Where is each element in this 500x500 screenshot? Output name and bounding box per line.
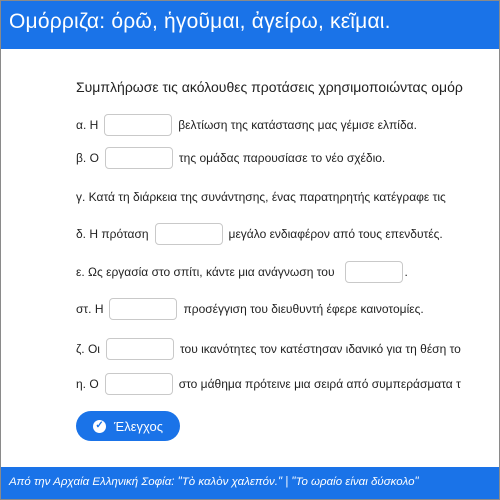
gap-input-z[interactable] [105, 338, 174, 360]
sentence-b-suffix: της ομάδας παρουσίασε το νέο σχέδιο. [178, 151, 386, 165]
sentence-i-prefix: η. Ο [76, 377, 99, 391]
sentence-i: η. Ο στο μάθημα πρότεινε μια σειρά από σ… [76, 371, 461, 397]
sentence-d-suffix: μεγάλο ενδιαφέρον από τους επενδυτές. [228, 227, 443, 241]
sentence-e: ε. Ως εργασία στο σπίτι, κάντε μια ανάγν… [76, 259, 408, 285]
sentence-i-suffix: στο μάθημα πρότεινε μια σειρά από συμπερ… [178, 377, 461, 391]
exercise-area: Συμπλήρωσε τις ακόλουθες προτάσεις χρησι… [1, 49, 499, 469]
check-circle-icon: ✓ [93, 419, 107, 433]
sentence-e-prefix: ε. Ως εργασία στο σπίτι, κάντε μια ανάγν… [76, 265, 335, 279]
page-title: Ομόρριζα: όρῶ, ἡγοῦμαι, ἀγείρω, κεῖμαι. [9, 10, 391, 33]
sentence-b: β. Ο της ομάδας παρουσίασε το νέο σχέδιο… [76, 145, 385, 171]
instructions-text: Συμπλήρωσε τις ακόλουθες προτάσεις χρησι… [76, 79, 463, 95]
gap-input-e[interactable] [344, 261, 403, 283]
sentence-d-prefix: δ. Η πρόταση [76, 227, 149, 241]
sentence-z-suffix: του ικανότητες τον κατέστησαν ιδανικό γι… [179, 342, 461, 356]
gap-input-i[interactable] [104, 373, 173, 395]
sentence-st-prefix: στ. Η [76, 302, 104, 316]
sentence-c-prefix: γ. Κατά τη διάρκεια της συνάντησης, ένας… [76, 190, 446, 204]
check-button[interactable]: ✓ Έλεγχος [76, 411, 180, 441]
gap-input-d[interactable] [154, 223, 223, 245]
sentence-z: ζ. Οι του ικανότητες τον κατέστησαν ιδαν… [76, 336, 461, 362]
sentence-a: α. Η βελτίωση της κατάστασης μας γέμισε … [76, 112, 417, 138]
sentence-d: δ. Η πρόταση μεγάλο ενδιαφέρον από τους … [76, 221, 443, 247]
gap-input-b[interactable] [104, 147, 173, 169]
sentence-a-suffix: βελτίωση της κατάστασης μας γέμισε ελπίδ… [178, 118, 417, 132]
gap-input-a[interactable] [104, 114, 173, 136]
page-footer: Από την Αρχαία Ελληνική Σοφία: "Τὸ καλὸν… [1, 467, 499, 499]
page-header: Ομόρριζα: όρῶ, ἡγοῦμαι, ἀγείρω, κεῖμαι. [1, 1, 499, 49]
sentence-z-prefix: ζ. Οι [76, 342, 100, 356]
footer-quote: Από την Αρχαία Ελληνική Σοφία: "Τὸ καλὸν… [9, 476, 419, 488]
sentence-c: γ. Κατά τη διάρκεια της συνάντησης, ένας… [76, 184, 446, 210]
sentence-b-prefix: β. Ο [76, 151, 99, 165]
sentence-st: στ. Η προσέγγιση του διευθυντή έφερε και… [76, 296, 424, 322]
sentence-e-suffix: . [404, 265, 408, 279]
sentence-a-prefix: α. Η [76, 118, 99, 132]
check-button-label: Έλεγχος [114, 418, 163, 434]
gap-input-st[interactable] [109, 298, 178, 320]
sentence-st-suffix: προσέγγιση του διευθυντή έφερε καινοτομί… [183, 302, 424, 316]
